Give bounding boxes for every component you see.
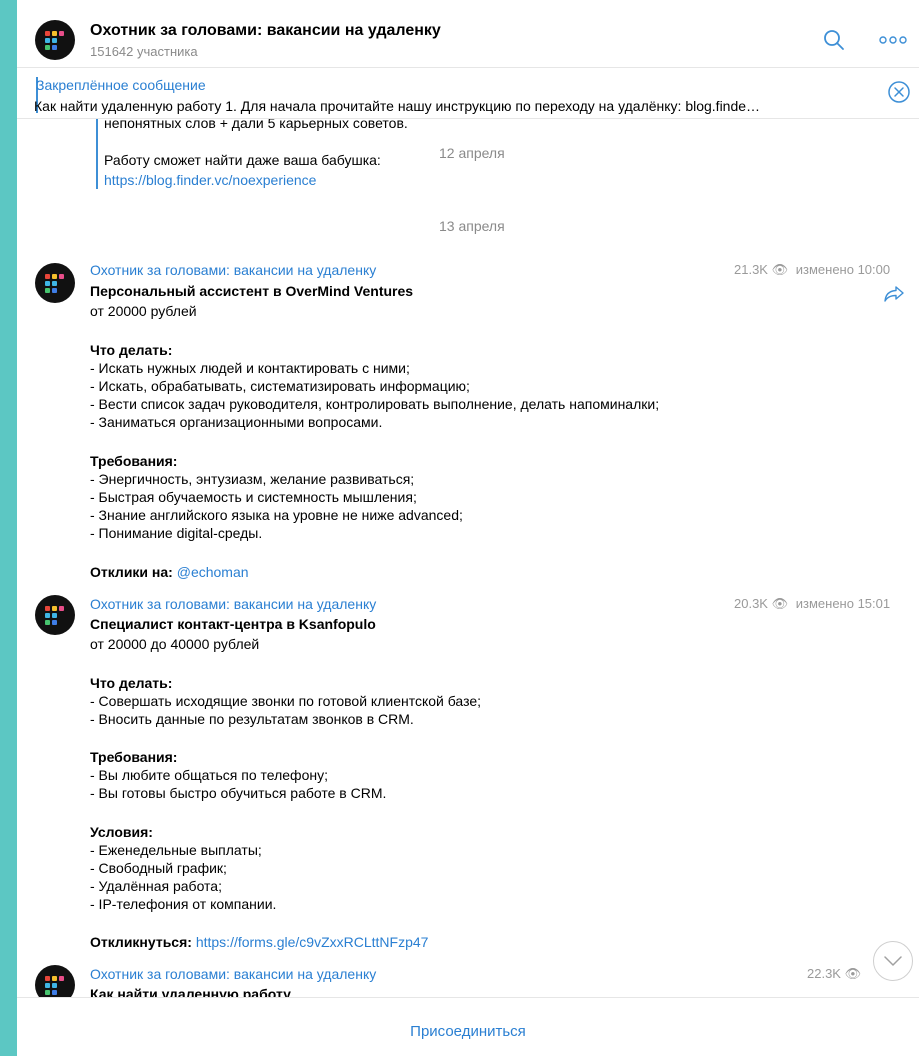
pinned-text: Как найти удаленную работу 1. Для начала… bbox=[34, 98, 761, 114]
reply-line: Откликнуться: https://forms.gle/c9vZxxRC… bbox=[90, 934, 428, 950]
list-item: - Совершать исходящие звонки по готовой … bbox=[90, 693, 482, 709]
list-item: - Вести список задач руководителя, контр… bbox=[90, 396, 660, 412]
join-button[interactable]: Присоединиться bbox=[17, 998, 919, 1056]
vacancy-title: Специалист контакт-центра в Ksanfopulo bbox=[90, 616, 376, 632]
view-count: 20.3K bbox=[734, 596, 768, 611]
more-icon[interactable] bbox=[879, 35, 907, 45]
close-circle-icon[interactable] bbox=[887, 80, 911, 104]
list-item: - Понимание digital-среды. bbox=[90, 525, 263, 541]
message-avatar[interactable] bbox=[35, 965, 75, 997]
list-item: - Знание английского языка на уровне не … bbox=[90, 507, 463, 523]
message-avatar[interactable] bbox=[35, 595, 75, 635]
scroll-down-button[interactable] bbox=[873, 941, 913, 981]
pinned-title: Закреплённое сообщение bbox=[36, 77, 206, 93]
reply-label: Отклики на: bbox=[90, 564, 173, 580]
member-count: 151642 участника bbox=[90, 44, 198, 59]
reply-label: Откликнуться: bbox=[90, 934, 192, 950]
message-author[interactable]: Охотник за головами: вакансии на удаленк… bbox=[90, 596, 376, 612]
list-item: - Искать нужных людей и контактировать с… bbox=[90, 360, 410, 376]
vacancy-title: Персональный ассистент в OverMind Ventur… bbox=[90, 283, 414, 299]
message-date: 12 апреля bbox=[439, 145, 505, 161]
eye-icon: 👁︎ bbox=[771, 596, 789, 611]
quote-link[interactable]: https://blog.finder.vc/noexperience bbox=[104, 172, 316, 188]
edited-label: изменено 15:01 bbox=[795, 596, 891, 611]
chevron-down-icon bbox=[884, 956, 902, 966]
message-meta: 21.3K 👁︎ изменено 10:00 bbox=[734, 262, 890, 278]
vacancy-title: Как найти удаленную работу bbox=[90, 986, 291, 997]
reply-link[interactable]: @echoman bbox=[177, 564, 249, 580]
view-count: 21.3K bbox=[734, 262, 768, 277]
message-meta: 20.3K 👁︎ изменено 15:01 bbox=[734, 596, 890, 612]
reply-line: Отклики на: @echoman bbox=[90, 564, 249, 580]
share-icon[interactable] bbox=[883, 285, 905, 303]
list-item: - Еженедельные выплаты; bbox=[90, 842, 262, 858]
message-avatar[interactable] bbox=[35, 263, 75, 303]
list-item: - Вы готовы быстро обучиться работе в CR… bbox=[90, 785, 387, 801]
list-item: - IP-телефония от компании. bbox=[90, 896, 277, 912]
date-separator: 13 апреля bbox=[439, 218, 505, 234]
section-heading: Требования: bbox=[90, 453, 178, 469]
message-author[interactable]: Охотник за головами: вакансии на удаленк… bbox=[90, 262, 376, 278]
channel-avatar[interactable] bbox=[35, 20, 75, 60]
view-count: 22.3K bbox=[807, 966, 841, 981]
list-item: - Искать, обрабатывать, систематизироват… bbox=[90, 378, 470, 394]
list-item: - Вы любите общаться по телефону; bbox=[90, 767, 328, 783]
section-heading: Требования: bbox=[90, 749, 178, 765]
message-feed[interactable]: непонятных слов + дали 5 карьерных совет… bbox=[17, 119, 919, 997]
chat-footer: Присоединиться bbox=[17, 997, 919, 1056]
eye-icon: 👁︎ bbox=[771, 262, 789, 277]
message-meta: 22.3K 👁︎ bbox=[807, 966, 861, 982]
message-author[interactable]: Охотник за головами: вакансии на удаленк… bbox=[90, 966, 376, 982]
list-item: - Энергичность, энтузиазм, желание разви… bbox=[90, 471, 415, 487]
vacancy-salary: от 20000 рублей bbox=[90, 303, 197, 319]
eye-icon: 👁︎ bbox=[844, 966, 862, 981]
section-heading: Что делать: bbox=[90, 675, 173, 691]
pinned-message[interactable]: Закреплённое сообщение Как найти удаленн… bbox=[17, 69, 919, 119]
list-item: - Удалённая работа; bbox=[90, 878, 222, 894]
quote-line: Работу сможет найти даже ваша бабушка: bbox=[104, 152, 381, 168]
reply-link[interactable]: https://forms.gle/c9vZxxRCLttNFzp47 bbox=[196, 934, 429, 950]
edited-label: изменено 10:00 bbox=[795, 262, 891, 277]
quote-line: непонятных слов + дали 5 карьерных совет… bbox=[104, 119, 408, 131]
chat-header: Охотник за головами: вакансии на удаленк… bbox=[17, 0, 919, 68]
channel-title[interactable]: Охотник за головами: вакансии на удаленк… bbox=[90, 22, 441, 40]
telegram-channel-window: Охотник за головами: вакансии на удаленк… bbox=[17, 0, 919, 1056]
section-heading: Условия: bbox=[90, 824, 153, 840]
section-heading: Что делать: bbox=[90, 342, 173, 358]
list-item: - Заниматься организационными вопросами. bbox=[90, 414, 383, 430]
list-item: - Вносить данные по результатам звонков … bbox=[90, 711, 414, 727]
list-item: - Быстрая обучаемость и системность мышл… bbox=[90, 489, 417, 505]
list-item: - Свободный график; bbox=[90, 860, 227, 876]
search-icon[interactable] bbox=[822, 28, 846, 52]
vacancy-salary: от 20000 до 40000 рублей bbox=[90, 636, 260, 652]
